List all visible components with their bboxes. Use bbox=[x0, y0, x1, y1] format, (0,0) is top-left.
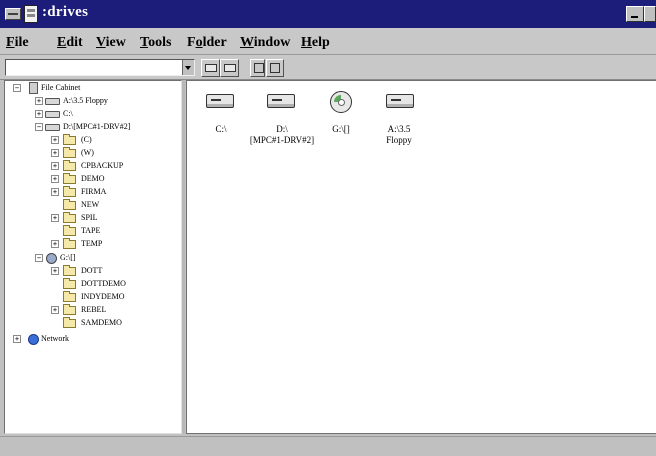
folder-icon bbox=[63, 238, 76, 249]
hard-drive-icon bbox=[206, 94, 234, 108]
folder-tree[interactable]: − File Cabinet + A:\3.5 Floppy + C:\ − D… bbox=[4, 80, 182, 434]
collapse-icon[interactable]: − bbox=[35, 123, 43, 131]
collapse-icon[interactable]: − bbox=[13, 84, 21, 92]
menu-edit[interactable]: Edit bbox=[57, 35, 83, 51]
connect-drive-button[interactable] bbox=[201, 59, 220, 77]
folder-icon bbox=[63, 147, 76, 158]
folder-icon bbox=[63, 225, 76, 236]
network-globe-icon bbox=[28, 334, 39, 345]
folder-icon bbox=[63, 186, 76, 197]
expand-icon[interactable]: + bbox=[51, 306, 59, 314]
floppy-drive-icon bbox=[386, 94, 414, 108]
folder-icon bbox=[63, 265, 76, 276]
menu-help[interactable]: Help bbox=[301, 35, 330, 51]
menu-file[interactable]: File bbox=[6, 35, 29, 51]
network-drive-icon bbox=[205, 64, 217, 72]
folder-icon bbox=[63, 160, 76, 171]
window-title: :drives bbox=[42, 4, 89, 20]
chevron-down-icon[interactable] bbox=[182, 60, 194, 75]
folder-icon bbox=[63, 212, 76, 223]
expand-icon[interactable]: + bbox=[51, 188, 59, 196]
explorer-window: :drives File Edit View Tools Folder Wind… bbox=[0, 0, 656, 456]
toolbar bbox=[0, 55, 656, 80]
folder-icon bbox=[63, 291, 76, 302]
hard-drive-icon bbox=[267, 94, 295, 108]
expand-icon[interactable]: + bbox=[51, 162, 59, 170]
cd-drive-icon bbox=[330, 91, 352, 113]
menu-view[interactable]: View bbox=[96, 35, 126, 51]
maximize-button[interactable] bbox=[644, 6, 656, 22]
system-menu-button[interactable] bbox=[5, 8, 21, 20]
collapse-icon[interactable]: − bbox=[35, 254, 43, 262]
folder-icon bbox=[63, 317, 76, 328]
menu-folder[interactable]: Folder bbox=[187, 35, 227, 51]
large-icons-icon bbox=[254, 63, 264, 73]
hard-drive-icon bbox=[45, 124, 60, 131]
expand-icon[interactable]: + bbox=[51, 149, 59, 157]
folder-icon bbox=[63, 278, 76, 289]
split-view-button[interactable] bbox=[266, 59, 284, 77]
split-view-icon bbox=[270, 63, 280, 73]
status-bar bbox=[0, 436, 656, 456]
expand-icon[interactable]: + bbox=[13, 335, 21, 343]
file-cabinet-icon bbox=[29, 82, 38, 94]
disconnect-drive-icon bbox=[224, 64, 236, 72]
hard-drive-icon bbox=[45, 111, 60, 118]
expand-icon[interactable]: + bbox=[51, 240, 59, 248]
floppy-drive-icon bbox=[45, 98, 60, 105]
path-combobox[interactable] bbox=[5, 59, 195, 76]
folder-icon bbox=[63, 134, 76, 145]
disconnect-drive-button[interactable] bbox=[220, 59, 239, 77]
large-icons-view-button[interactable] bbox=[250, 59, 265, 77]
folder-icon bbox=[63, 304, 76, 315]
menu-bar: File Edit View Tools Folder Window Help bbox=[0, 28, 656, 55]
menu-tools[interactable]: Tools bbox=[140, 35, 171, 51]
drive-a-label: A:\3.5 Floppy bbox=[386, 124, 412, 145]
expand-icon[interactable]: + bbox=[51, 136, 59, 144]
expand-icon[interactable]: + bbox=[35, 110, 43, 118]
folder-icon bbox=[63, 199, 76, 210]
title-bar[interactable]: :drives bbox=[0, 0, 656, 28]
drive-d-label: D:\ [MPC#1-DRV#2] bbox=[249, 124, 315, 145]
expand-icon[interactable]: + bbox=[51, 267, 59, 275]
menu-window[interactable]: Window bbox=[240, 35, 290, 51]
folder-icon bbox=[63, 173, 76, 184]
drive-icon-view[interactable]: C:\ D:\ [MPC#1-DRV#2] G:\[] A:\3.5 Flopp… bbox=[186, 80, 656, 434]
expand-icon[interactable]: + bbox=[35, 97, 43, 105]
pane-splitter[interactable] bbox=[182, 80, 185, 434]
expand-icon[interactable]: + bbox=[51, 214, 59, 222]
cd-drive-icon bbox=[46, 253, 57, 264]
minimize-button[interactable] bbox=[626, 6, 644, 22]
file-cabinet-icon bbox=[24, 5, 38, 23]
expand-icon[interactable]: + bbox=[51, 175, 59, 183]
